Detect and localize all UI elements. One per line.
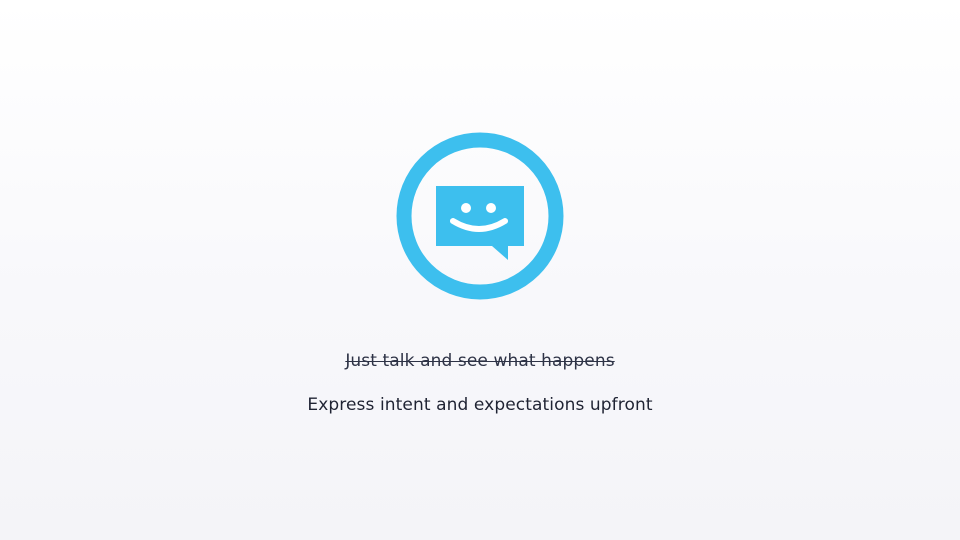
slide: Just talk and see what happens Express i… <box>0 0 960 540</box>
main-statement: Express intent and expectations upfront <box>307 395 653 415</box>
struck-through-statement: Just talk and see what happens <box>345 351 615 371</box>
chat-smiley-icon <box>396 132 564 300</box>
